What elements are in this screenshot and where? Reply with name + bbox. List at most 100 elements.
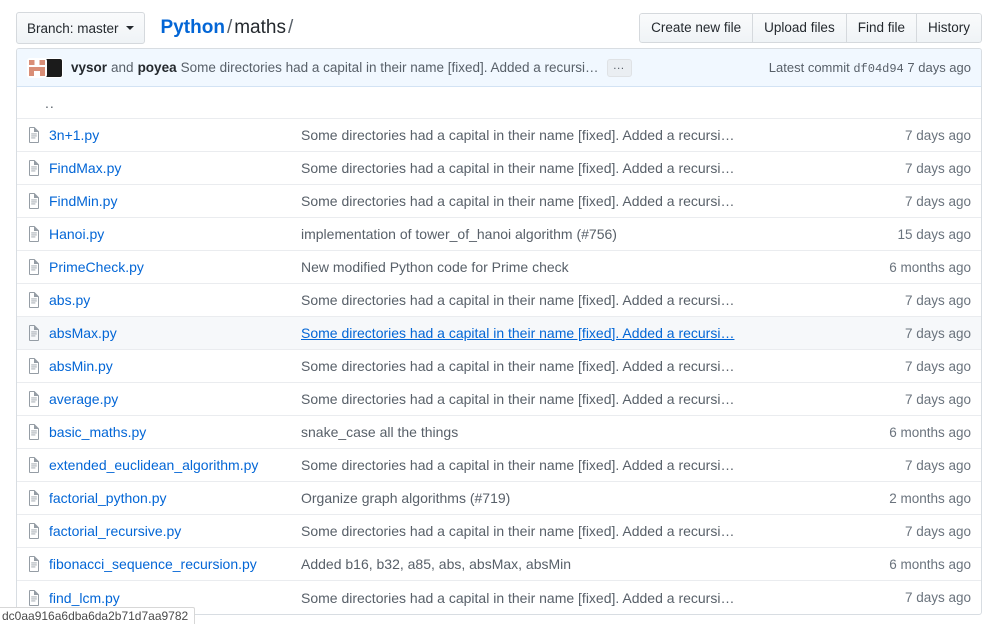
table-row[interactable]: fibonacci_sequence_recursion.py Added b16… xyxy=(17,548,981,581)
table-row[interactable]: Hanoi.py implementation of tower_of_hanoi… xyxy=(17,218,981,251)
commit-message-cell: Added b16, b32, a85, abs, absMax, absMin xyxy=(301,556,866,572)
latest-commit-hash[interactable]: df04d94 xyxy=(853,62,903,76)
commit-message-link[interactable]: Some directories had a capital in their … xyxy=(301,160,734,176)
commit-message-link[interactable]: Some directories had a capital in their … xyxy=(301,127,734,143)
commit-message-link[interactable]: Some directories had a capital in their … xyxy=(301,325,734,341)
file-icon xyxy=(27,160,49,176)
file-icon xyxy=(27,127,49,143)
commit-message-link[interactable]: Some directories had a capital in their … xyxy=(301,457,734,473)
commit-message-link[interactable]: Some directories had a capital in their … xyxy=(301,391,734,407)
file-name-cell: find_lcm.py xyxy=(49,590,301,606)
file-name-link[interactable]: factorial_python.py xyxy=(49,490,167,506)
table-row[interactable]: factorial_recursive.py Some directories h… xyxy=(17,515,981,548)
chevron-down-icon xyxy=(126,26,134,30)
file-name-link[interactable]: average.py xyxy=(49,391,118,407)
branch-selector-label: Branch: master xyxy=(27,21,119,36)
table-row[interactable]: absMax.py Some directories had a capital … xyxy=(17,317,981,350)
commit-message-link[interactable]: New modified Python code for Prime check xyxy=(301,259,569,275)
file-name-link[interactable]: basic_maths.py xyxy=(49,424,146,440)
latest-commit-label: Latest commit xyxy=(769,60,850,75)
file-name-cell: abs.py xyxy=(49,292,301,308)
file-name-cell: absMax.py xyxy=(49,325,301,341)
commit-message-link[interactable]: Organize graph algorithms (#719) xyxy=(301,490,510,506)
file-name-cell: FindMin.py xyxy=(49,193,301,209)
file-icon xyxy=(27,490,49,506)
latest-commit-message[interactable]: Some directories had a capital in their … xyxy=(181,60,599,75)
file-name-cell: FindMax.py xyxy=(49,160,301,176)
breadcrumb-repo-link[interactable]: Python xyxy=(161,17,225,38)
branch-selector-button[interactable]: Branch: master xyxy=(16,12,145,44)
file-icon xyxy=(27,523,49,539)
file-name-cell: basic_maths.py xyxy=(49,424,301,440)
file-icon xyxy=(27,358,49,374)
table-row[interactable]: extended_euclidean_algorithm.py Some dire… xyxy=(17,449,981,482)
file-name-cell: factorial_python.py xyxy=(49,490,301,506)
breadcrumb-folder: maths xyxy=(234,17,286,38)
github-file-browser: Branch: master Python/maths/ Create new … xyxy=(0,0,998,624)
table-row[interactable]: FindMax.py Some directories had a capital… xyxy=(17,152,981,185)
commit-message-link[interactable]: Some directories had a capital in their … xyxy=(301,193,734,209)
commit-message-link[interactable]: snake_case all the things xyxy=(301,424,458,440)
file-icon xyxy=(27,259,49,275)
file-name-link[interactable]: factorial_recursive.py xyxy=(49,523,181,539)
upload-files-button[interactable]: Upload files xyxy=(753,13,847,43)
commit-author-secondary[interactable]: poyea xyxy=(138,60,177,75)
commit-message-cell: Some directories had a capital in their … xyxy=(301,292,866,308)
commit-age-cell: 6 months ago xyxy=(866,425,971,440)
file-name-link[interactable]: PrimeCheck.py xyxy=(49,259,144,275)
file-name-cell: fibonacci_sequence_recursion.py xyxy=(49,556,301,572)
file-name-link[interactable]: absMin.py xyxy=(49,358,113,374)
commit-message-link[interactable]: Some directories had a capital in their … xyxy=(301,358,734,374)
file-name-link[interactable]: fibonacci_sequence_recursion.py xyxy=(49,556,257,572)
commit-author-primary[interactable]: vysor xyxy=(71,60,107,75)
commit-message-link[interactable]: Some directories had a capital in their … xyxy=(301,523,734,539)
commit-age-cell: 7 days ago xyxy=(866,524,971,539)
commit-message-link[interactable]: Some directories had a capital in their … xyxy=(301,590,734,606)
table-row[interactable]: 3n+1.py Some directories had a capital in… xyxy=(17,119,981,152)
find-file-button[interactable]: Find file xyxy=(847,13,917,43)
file-name-link[interactable]: Hanoi.py xyxy=(49,226,104,242)
file-listing-box: vysor and poyea Some directories had a c… xyxy=(16,48,982,615)
table-row[interactable]: average.py Some directories had a capital… xyxy=(17,383,981,416)
commit-message-link[interactable]: implementation of tower_of_hanoi algorit… xyxy=(301,226,617,242)
table-row[interactable]: factorial_python.py Organize graph algori… xyxy=(17,482,981,515)
table-row[interactable]: absMin.py Some directories had a capital … xyxy=(17,350,981,383)
file-icon xyxy=(27,226,49,242)
latest-commit-bar: vysor and poyea Some directories had a c… xyxy=(17,49,981,87)
table-row[interactable]: abs.py Some directories had a capital in … xyxy=(17,284,981,317)
commit-age-cell: 7 days ago xyxy=(866,359,971,374)
commit-age-cell: 7 days ago xyxy=(866,161,971,176)
table-row[interactable]: basic_maths.py snake_case all the things 6… xyxy=(17,416,981,449)
file-name-cell: 3n+1.py xyxy=(49,127,301,143)
commit-age-cell: 7 days ago xyxy=(866,128,971,143)
file-icon xyxy=(27,193,49,209)
file-name-link[interactable]: absMax.py xyxy=(49,325,117,341)
commit-message-cell: Some directories had a capital in their … xyxy=(301,358,866,374)
commit-message-cell: Some directories had a capital in their … xyxy=(301,457,866,473)
commit-message-link[interactable]: Some directories had a capital in their … xyxy=(301,292,734,308)
browser-status-bar: dc0aa916a6dba6da2b71d7aa9782 xyxy=(0,607,195,624)
file-name-link[interactable]: find_lcm.py xyxy=(49,590,120,606)
expand-commit-message-button[interactable]: … xyxy=(607,59,632,77)
table-row[interactable]: FindMin.py Some directories had a capital… xyxy=(17,185,981,218)
history-button[interactable]: History xyxy=(917,13,982,43)
parent-directory-row[interactable]: .. xyxy=(17,87,981,119)
breadcrumb-separator-1: / xyxy=(225,17,234,38)
avatar[interactable] xyxy=(27,58,47,78)
commit-message-cell: New modified Python code for Prime check xyxy=(301,259,866,275)
commit-message-link[interactable]: Added b16, b32, a85, abs, absMax, absMin xyxy=(301,556,571,572)
commit-message-cell: Some directories had a capital in their … xyxy=(301,160,866,176)
commit-age-cell: 6 months ago xyxy=(866,557,971,572)
file-name-link[interactable]: extended_euclidean_algorithm.py xyxy=(49,457,258,473)
file-name-link[interactable]: FindMin.py xyxy=(49,193,117,209)
create-new-file-button[interactable]: Create new file xyxy=(639,13,753,43)
commit-age-cell: 7 days ago xyxy=(866,458,971,473)
table-row[interactable]: PrimeCheck.py New modified Python code fo… xyxy=(17,251,981,284)
latest-commit-age: 7 days ago xyxy=(907,60,971,75)
file-name-link[interactable]: abs.py xyxy=(49,292,90,308)
file-name-cell: PrimeCheck.py xyxy=(49,259,301,275)
file-name-link[interactable]: FindMax.py xyxy=(49,160,121,176)
file-name-link[interactable]: 3n+1.py xyxy=(49,127,99,143)
parent-directory-link[interactable]: .. xyxy=(45,95,55,111)
commit-author-conjunction: and xyxy=(111,60,134,75)
